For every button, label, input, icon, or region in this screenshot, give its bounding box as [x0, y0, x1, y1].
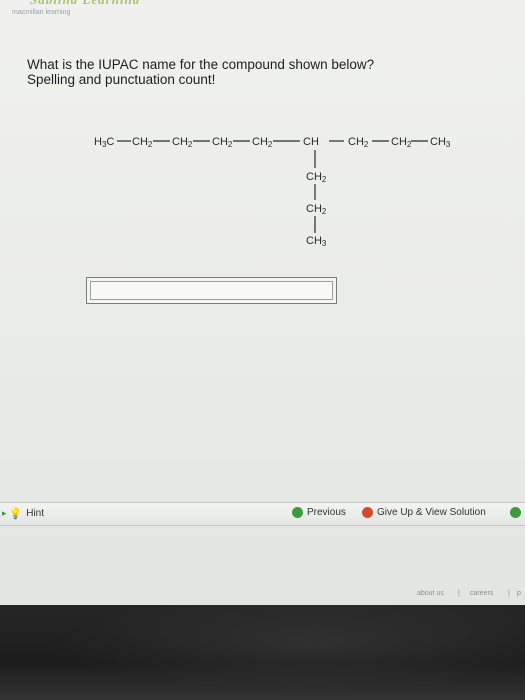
atom-group: CH2: [348, 136, 369, 149]
atom-group: CH2: [132, 136, 153, 149]
previous-label: Previous: [307, 507, 346, 518]
hint-label: Hint: [26, 508, 45, 519]
arrow-right-icon: ▸: [2, 508, 7, 518]
footer-link-more[interactable]: p: [517, 590, 521, 597]
atom-group: CH2: [172, 136, 193, 149]
branch-group: CH2: [306, 203, 327, 216]
atom-group: CH3: [430, 136, 451, 149]
answer-box: [86, 277, 337, 304]
give-up-label: Give Up & View Solution: [377, 507, 486, 518]
bezel-reflection: [0, 605, 525, 700]
give-up-icon: [362, 507, 373, 518]
previous-arrow-icon: [292, 507, 303, 518]
monitor-bezel: [0, 605, 525, 700]
atom-group: CH: [303, 136, 319, 148]
check-answer-button[interactable]: [510, 507, 525, 518]
check-icon: [510, 507, 521, 518]
footer-link-about[interactable]: about us: [417, 590, 444, 597]
answer-input[interactable]: [90, 281, 333, 300]
atom-group: CH2: [252, 136, 273, 149]
question-toolbar: ▸ 💡 Hint Previous Give Up & View Solutio…: [0, 502, 525, 526]
atom-group: CH2: [391, 136, 412, 149]
previous-button[interactable]: Previous: [292, 507, 346, 518]
branch-group: CH2: [306, 171, 327, 184]
atom-group: H3C: [94, 136, 114, 149]
hint-button[interactable]: ▸ 💡 Hint: [2, 507, 44, 520]
browser-page: Sapling Learning macmillan learning What…: [0, 0, 525, 605]
atom-group: CH2: [212, 136, 233, 149]
give-up-button[interactable]: Give Up & View Solution: [362, 507, 486, 518]
footer-divider: |: [508, 590, 510, 597]
branch-group: CH3: [306, 235, 327, 248]
structural-formula: H3C CH2 CH2 CH2 CH2 CH CH2 CH2 CH3 CH2 C…: [94, 136, 451, 248]
lightbulb-icon: 💡: [8, 508, 23, 520]
footer-links: about us | careers | p: [0, 588, 525, 604]
footer-divider: |: [458, 590, 460, 597]
footer-link-careers[interactable]: careers: [470, 590, 493, 597]
